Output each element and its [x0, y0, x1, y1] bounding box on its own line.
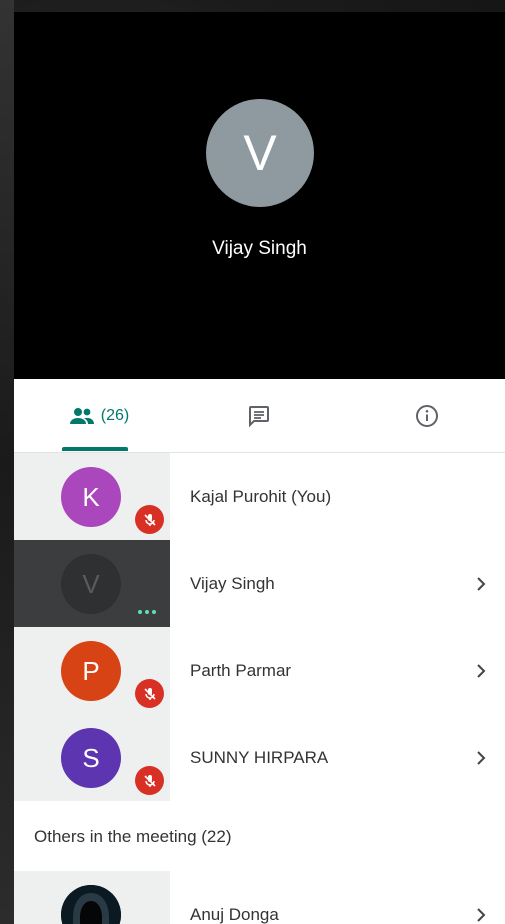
chevron-right-icon[interactable]	[474, 540, 488, 627]
avatar: K	[61, 467, 121, 527]
participant-tile	[14, 871, 170, 924]
participant-row[interactable]: K Kajal Purohit (You)	[14, 453, 505, 540]
speaker-name: Vijay Singh	[212, 238, 307, 259]
mic-off-icon	[135, 766, 164, 795]
avatar: V	[61, 554, 121, 614]
chevron-right-icon[interactable]	[474, 714, 488, 801]
tab-chat[interactable]	[229, 379, 289, 452]
people-count: (26)	[100, 406, 130, 424]
speaking-indicator	[138, 610, 156, 614]
participant-name: Parth Parmar	[190, 661, 292, 680]
chat-icon	[249, 405, 269, 427]
participants-panel: (26) K Kajal Purohit (You) V Vijay Singh…	[14, 379, 505, 924]
participant-tile: S	[14, 714, 170, 801]
avatar	[61, 885, 121, 924]
participant-tile: P	[14, 627, 170, 714]
meeting-screen: V Vijay Singh (26) K Kajal Purohit (You)…	[14, 12, 505, 924]
others-section-label: Others in the meeting (22)	[34, 827, 232, 846]
chevron-right-icon[interactable]	[474, 627, 488, 714]
participant-row[interactable]: V Vijay Singh	[14, 540, 505, 627]
participant-name: SUNNY HIRPARA	[190, 748, 329, 767]
participant-row[interactable]: P Parth Parmar	[14, 627, 505, 714]
tab-info[interactable]	[402, 379, 452, 452]
mic-off-icon	[135, 679, 164, 708]
tab-people[interactable]: (26)	[54, 379, 144, 452]
participant-name: Anuj Donga	[190, 905, 279, 924]
people-icon	[69, 407, 94, 424]
participant-name: Vijay Singh	[190, 574, 275, 593]
active-speaker-view[interactable]: V Vijay Singh	[14, 12, 505, 379]
active-tab-indicator	[62, 447, 128, 451]
avatar: P	[61, 641, 121, 701]
info-icon	[416, 404, 438, 427]
chevron-right-icon[interactable]	[474, 871, 488, 924]
participant-tile: V	[14, 540, 170, 627]
participant-tile: K	[14, 453, 170, 540]
avatar: S	[61, 728, 121, 788]
mic-off-icon	[135, 505, 164, 534]
participant-row[interactable]: S SUNNY HIRPARA	[14, 714, 505, 801]
participant-row[interactable]: Anuj Donga	[14, 871, 505, 924]
speaker-avatar: V	[206, 99, 314, 207]
participant-name: Kajal Purohit (You)	[190, 487, 332, 506]
panel-tabs: (26)	[14, 379, 505, 453]
